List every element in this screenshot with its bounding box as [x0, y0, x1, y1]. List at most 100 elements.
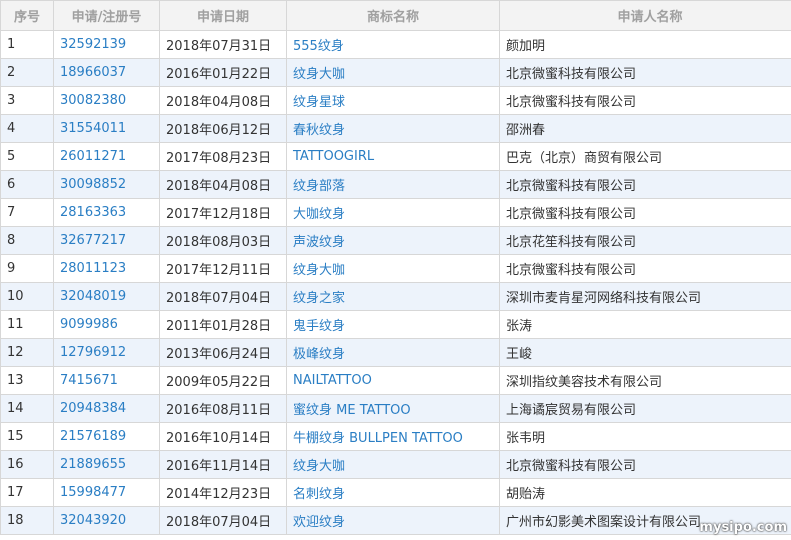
mark-name-link[interactable]: 春秋纹身 [293, 123, 345, 138]
table-row: 17 15998477 2014年12月23日 名刺纹身 胡贻涛 [0, 478, 791, 507]
cell-date: 2017年12月18日 [159, 198, 287, 227]
cell-reg-no: 32677217 [53, 226, 160, 255]
cell-reg-no: 31554011 [53, 114, 160, 143]
cell-applicant: 北京微蜜科技有限公司 [499, 86, 791, 115]
watermark: mysipo.com [699, 520, 787, 535]
cell-reg-no: 28163363 [53, 198, 160, 227]
reg-no-link[interactable]: 32043920 [60, 513, 126, 528]
mark-name-link[interactable]: 名刺纹身 [293, 487, 345, 502]
cell-date: 2017年08月23日 [159, 142, 287, 171]
reg-no-link[interactable]: 18966037 [60, 65, 126, 80]
reg-no-link[interactable]: 32677217 [60, 233, 126, 248]
mark-name-link[interactable]: 极峰纹身 [293, 347, 345, 362]
cell-mark-name: 牛棚纹身 BULLPEN TATTOO [286, 422, 500, 451]
cell-reg-no: 9099986 [53, 310, 160, 339]
mark-name-link[interactable]: 蜜纹身 ME TATTOO [293, 403, 411, 418]
cell-index: 4 [0, 114, 54, 143]
cell-date: 2018年07月04日 [159, 282, 287, 311]
reg-no-link[interactable]: 9099986 [60, 317, 118, 332]
cell-index: 2 [0, 58, 54, 87]
cell-mark-name: 声波纹身 [286, 226, 500, 255]
header-row: 序号 申请/注册号 申请日期 商标名称 申请人名称 [0, 0, 791, 31]
mark-name-link[interactable]: 纹身大咖 [293, 263, 345, 278]
reg-no-link[interactable]: 15998477 [60, 485, 126, 500]
mark-name-link[interactable]: NAILTATTOO [293, 373, 372, 388]
cell-applicant: 北京微蜜科技有限公司 [499, 198, 791, 227]
mark-name-link[interactable]: 纹身星球 [293, 95, 345, 110]
cell-date: 2016年10月14日 [159, 422, 287, 451]
cell-mark-name: 名刺纹身 [286, 478, 500, 507]
cell-date: 2009年05月22日 [159, 366, 287, 395]
cell-date: 2018年06月12日 [159, 114, 287, 143]
cell-applicant: 北京微蜜科技有限公司 [499, 450, 791, 479]
cell-date: 2014年12月23日 [159, 478, 287, 507]
cell-reg-no: 21576189 [53, 422, 160, 451]
mark-name-link[interactable]: 大咖纹身 [293, 207, 345, 222]
reg-no-link[interactable]: 7415671 [60, 373, 118, 388]
cell-applicant: 北京微蜜科技有限公司 [499, 58, 791, 87]
cell-mark-name: 欢迎纹身 [286, 506, 500, 535]
mark-name-link[interactable]: 欢迎纹身 [293, 515, 345, 530]
cell-applicant: 巴克（北京）商贸有限公司 [499, 142, 791, 171]
cell-index: 13 [0, 366, 54, 395]
cell-applicant: 颜加明 [499, 30, 791, 59]
cell-mark-name: 纹身之家 [286, 282, 500, 311]
reg-no-link[interactable]: 30098852 [60, 177, 126, 192]
mark-name-link[interactable]: 声波纹身 [293, 235, 345, 250]
table-header: 序号 申请/注册号 申请日期 商标名称 申请人名称 [0, 0, 791, 31]
cell-reg-no: 21889655 [53, 450, 160, 479]
cell-reg-no: 15998477 [53, 478, 160, 507]
reg-no-link[interactable]: 21576189 [60, 429, 126, 444]
cell-date: 2016年11月14日 [159, 450, 287, 479]
cell-index: 9 [0, 254, 54, 283]
mark-name-link[interactable]: 纹身之家 [293, 291, 345, 306]
cell-date: 2013年06月24日 [159, 338, 287, 367]
reg-no-link[interactable]: 12796912 [60, 345, 126, 360]
table-row: 9 28011123 2017年12月11日 纹身大咖 北京微蜜科技有限公司 [0, 254, 791, 283]
reg-no-link[interactable]: 31554011 [60, 121, 126, 136]
cell-index: 12 [0, 338, 54, 367]
cell-index: 16 [0, 450, 54, 479]
reg-no-link[interactable]: 20948384 [60, 401, 126, 416]
table-row: 13 7415671 2009年05月22日 NAILTATTOO 深圳指纹美容技术有限… [0, 366, 791, 395]
reg-no-link[interactable]: 28011123 [60, 261, 126, 276]
trademark-results-table: 序号 申请/注册号 申请日期 商标名称 申请人名称 1 32592139 2018年… [0, 0, 791, 535]
table-row: 7 28163363 2017年12月18日 大咖纹身 北京微蜜科技有限公司 [0, 198, 791, 227]
column-header-reg-no[interactable]: 申请/注册号 [53, 0, 160, 31]
table-row: 8 32677217 2018年08月03日 声波纹身 北京花笙科技有限公司 [0, 226, 791, 255]
column-header-mark-name[interactable]: 商标名称 [286, 0, 500, 31]
reg-no-link[interactable]: 30082380 [60, 93, 126, 108]
cell-index: 11 [0, 310, 54, 339]
cell-index: 5 [0, 142, 54, 171]
cell-applicant: 深圳指纹美容技术有限公司 [499, 366, 791, 395]
cell-date: 2017年12月11日 [159, 254, 287, 283]
cell-applicant: 深圳市麦肯星河网络科技有限公司 [499, 282, 791, 311]
cell-mark-name: 555纹身 [286, 30, 500, 59]
reg-no-link[interactable]: 28163363 [60, 205, 126, 220]
cell-applicant: 张韦明 [499, 422, 791, 451]
reg-no-link[interactable]: 32592139 [60, 37, 126, 52]
table-row: 5 26011271 2017年08月23日 TATTOOGIRL 巴克（北京）商贸有限… [0, 142, 791, 171]
mark-name-link[interactable]: 鬼手纹身 [293, 319, 345, 334]
mark-name-link[interactable]: 纹身部落 [293, 179, 345, 194]
cell-mark-name: 鬼手纹身 [286, 310, 500, 339]
cell-applicant: 上海谲宸贸易有限公司 [499, 394, 791, 423]
reg-no-link[interactable]: 32048019 [60, 289, 126, 304]
cell-date: 2018年07月31日 [159, 30, 287, 59]
table-row: 16 21889655 2016年11月14日 纹身大咖 北京微蜜科技有限公司 [0, 450, 791, 479]
cell-reg-no: 32592139 [53, 30, 160, 59]
cell-mark-name: 纹身星球 [286, 86, 500, 115]
cell-applicant: 胡贻涛 [499, 478, 791, 507]
mark-name-link[interactable]: 纹身大咖 [293, 459, 345, 474]
cell-applicant: 北京微蜜科技有限公司 [499, 170, 791, 199]
reg-no-link[interactable]: 26011271 [60, 149, 126, 164]
mark-name-link[interactable]: TATTOOGIRL [293, 149, 374, 164]
mark-name-link[interactable]: 纹身大咖 [293, 67, 345, 82]
mark-name-link[interactable]: 牛棚纹身 BULLPEN TATTOO [293, 431, 463, 446]
column-header-date[interactable]: 申请日期 [159, 0, 287, 31]
reg-no-link[interactable]: 21889655 [60, 457, 126, 472]
cell-date: 2016年08月11日 [159, 394, 287, 423]
mark-name-link[interactable]: 555纹身 [293, 39, 344, 54]
cell-index: 6 [0, 170, 54, 199]
column-header-applicant[interactable]: 申请人名称 [499, 0, 791, 31]
